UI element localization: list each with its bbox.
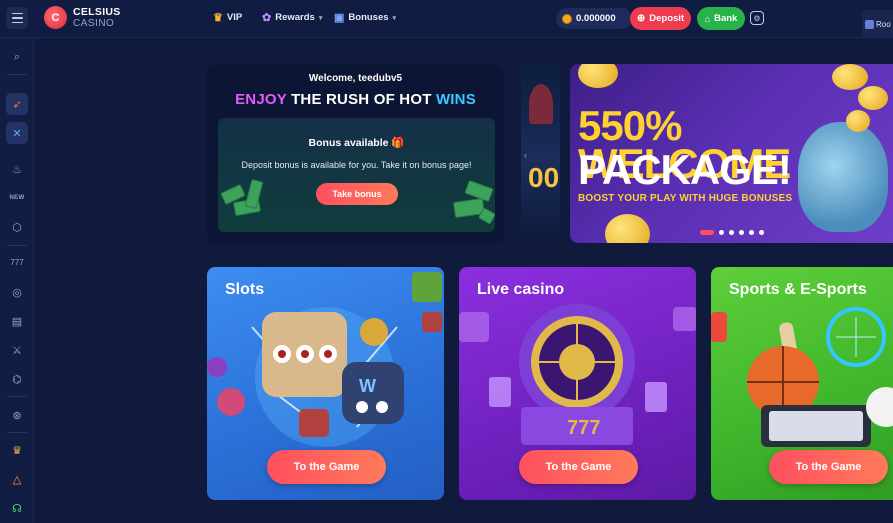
chevron-down-icon: ▾	[392, 14, 397, 22]
headline-enjoy: ENJOY	[235, 91, 287, 108]
carousel-dot[interactable]	[729, 230, 734, 235]
casino-logo[interactable]: C CELSIUS CASINO	[44, 6, 121, 29]
bank-button[interactable]: ⌂ Bank	[697, 7, 745, 30]
welcome-package-banner[interactable]: 550% WELCOME PACKAGE! BOOST YOUR PLAY WI…	[570, 64, 893, 243]
coin-icon	[562, 13, 572, 24]
deposit-button[interactable]: ⊕ Deposit	[630, 7, 691, 30]
sidebar-item-rocket[interactable]: ➶	[6, 93, 28, 115]
carousel-dot[interactable]	[759, 230, 764, 235]
sidebar-divider	[7, 74, 27, 75]
sidebar-item-slots[interactable]: 777	[6, 251, 28, 273]
nav-vip[interactable]: ♛ VIP	[213, 11, 242, 24]
nav-bonuses-label: Bonuses	[348, 12, 389, 23]
category-card-sports[interactable]: Sports & E-Sports To the Game	[711, 267, 893, 500]
room-label: Roo	[876, 19, 891, 29]
bonus-title: Bonus available 🎁	[308, 137, 405, 149]
room-icon	[865, 19, 874, 29]
sidebar-divider	[7, 245, 27, 246]
headline-wins: WINS	[435, 91, 476, 108]
bank-label: Bank	[714, 13, 738, 24]
logo-line-2: CASINO	[73, 17, 115, 29]
tag-icon: ⌬	[12, 373, 22, 386]
carousel-dots	[700, 230, 764, 235]
previous-slide-text: 00	[528, 162, 560, 193]
search-icon[interactable]: ⌕	[6, 46, 28, 68]
coin-decoration	[605, 214, 650, 243]
to-the-game-button[interactable]: To the Game	[519, 450, 638, 484]
sidebar-item-promotions[interactable]: ⌬	[6, 368, 28, 390]
take-bonus-button[interactable]: Take bonus	[316, 183, 398, 205]
carousel-dot[interactable]	[749, 230, 754, 235]
sidebar-item-esports[interactable]: ⚔	[6, 339, 28, 361]
slots-777-icon: 777	[10, 257, 24, 267]
top-bar: C CELSIUS CASINO ♛ VIP ✿ Rewards ▾ ▣ Bon…	[0, 0, 893, 38]
nav-bonuses[interactable]: ▣ Bonuses ▾	[334, 11, 396, 24]
coin-decoration	[578, 64, 618, 88]
balance-value: 0.000000	[576, 13, 616, 24]
nav-rewards[interactable]: ✿ Rewards ▾	[262, 11, 322, 24]
carousel-dot[interactable]	[700, 230, 714, 235]
headline-mid: THE RUSH OF HOT	[291, 91, 432, 108]
triangle-icon: △	[12, 473, 22, 486]
sidebar-divider	[7, 432, 27, 433]
sidebar-item-hot[interactable]: ♨	[6, 158, 28, 180]
rocket-icon: ➶	[12, 98, 22, 111]
welcome-greeting: Welcome, teedubv5	[308, 73, 403, 84]
deposit-icon: ⊕	[636, 13, 646, 24]
to-the-game-button[interactable]: To the Game	[267, 450, 386, 484]
coin-decoration	[832, 64, 868, 90]
sidebar-new-label: NEW	[9, 195, 25, 201]
bonus-icon: ▣	[334, 12, 345, 24]
wheel-icon: ⊛	[12, 409, 22, 422]
crown-icon: ♛	[12, 444, 22, 457]
sidebar-item-cards[interactable]: ▤	[6, 310, 28, 332]
logo-mark-icon: C	[44, 6, 67, 29]
bonus-card: Bonus available 🎁 Deposit bonus is avail…	[218, 118, 495, 232]
headset-icon: ☊	[12, 502, 22, 515]
room-button[interactable]: Roo	[862, 10, 893, 38]
prev-arrow-icon: ‹	[524, 150, 527, 160]
hexagon-icon: ⬡	[12, 221, 22, 234]
flame-icon: ♨	[12, 163, 22, 176]
sidebar-divider	[7, 396, 27, 397]
carousel-dot[interactable]	[739, 230, 744, 235]
chevron-down-icon: ▾	[318, 14, 323, 22]
crossed-swords-icon: ✕	[12, 127, 22, 140]
sidebar-item-wheel[interactable]: ⊛	[6, 404, 28, 426]
category-card-live-casino[interactable]: Live casino 777 To the Game	[459, 267, 696, 500]
logo-line-1: CELSIUS	[73, 5, 121, 18]
nav-vip-label: VIP	[226, 12, 243, 23]
sidebar-item-tournaments[interactable]: △	[6, 468, 28, 490]
bank-icon: ⌂	[704, 13, 711, 24]
category-card-slots[interactable]: Slots W To the Game	[207, 267, 444, 500]
carousel-dot[interactable]	[719, 230, 724, 235]
gift-icon: ✿	[262, 12, 272, 24]
balance-display[interactable]: 0.000000	[556, 8, 632, 29]
nav-rewards-label: Rewards	[275, 12, 315, 23]
crown-icon: ♛	[213, 12, 223, 24]
settings-icon[interactable]: ⚙	[750, 11, 764, 25]
banner-headline-2: PACKAGE!	[578, 146, 792, 193]
svg-text:777: 777	[567, 417, 600, 439]
previous-slide[interactable]: ‹ 00	[521, 64, 560, 241]
roulette-icon: ◎	[12, 286, 22, 299]
sidebar-item-support[interactable]: ☊	[6, 497, 28, 519]
menu-toggle-button[interactable]	[6, 7, 28, 29]
card-icon: ▤	[11, 315, 23, 328]
sidebar-item-vip[interactable]: ♛	[6, 439, 28, 461]
deposit-label: Deposit	[649, 13, 685, 24]
sidebar: ⌕ ➶ ✕ ♨ NEW ⬡ 777 ◎ ▤ ⚔ ⌬ ⊛ ♛ △ ☊	[0, 38, 34, 523]
welcome-headline: ENJOY THE RUSH OF HOT WINS	[207, 91, 504, 108]
sidebar-item-new[interactable]: ⬡	[6, 216, 28, 238]
character-decoration	[529, 84, 553, 124]
svg-text:W: W	[359, 376, 376, 396]
swords-icon: ⚔	[12, 344, 22, 357]
money-decoration	[244, 178, 264, 210]
to-the-game-button[interactable]: To the Game	[769, 450, 888, 484]
bonus-description: Deposit bonus is available for you. Take…	[241, 160, 472, 170]
banner-subtitle: BOOST YOUR PLAY WITH HUGE BONUSES	[578, 193, 793, 204]
welcome-panel: Welcome, teedubv5 ENJOY THE RUSH OF HOT …	[207, 65, 504, 243]
sidebar-item-sports[interactable]: ✕	[6, 122, 28, 144]
sidebar-item-roulette[interactable]: ◎	[6, 281, 28, 303]
